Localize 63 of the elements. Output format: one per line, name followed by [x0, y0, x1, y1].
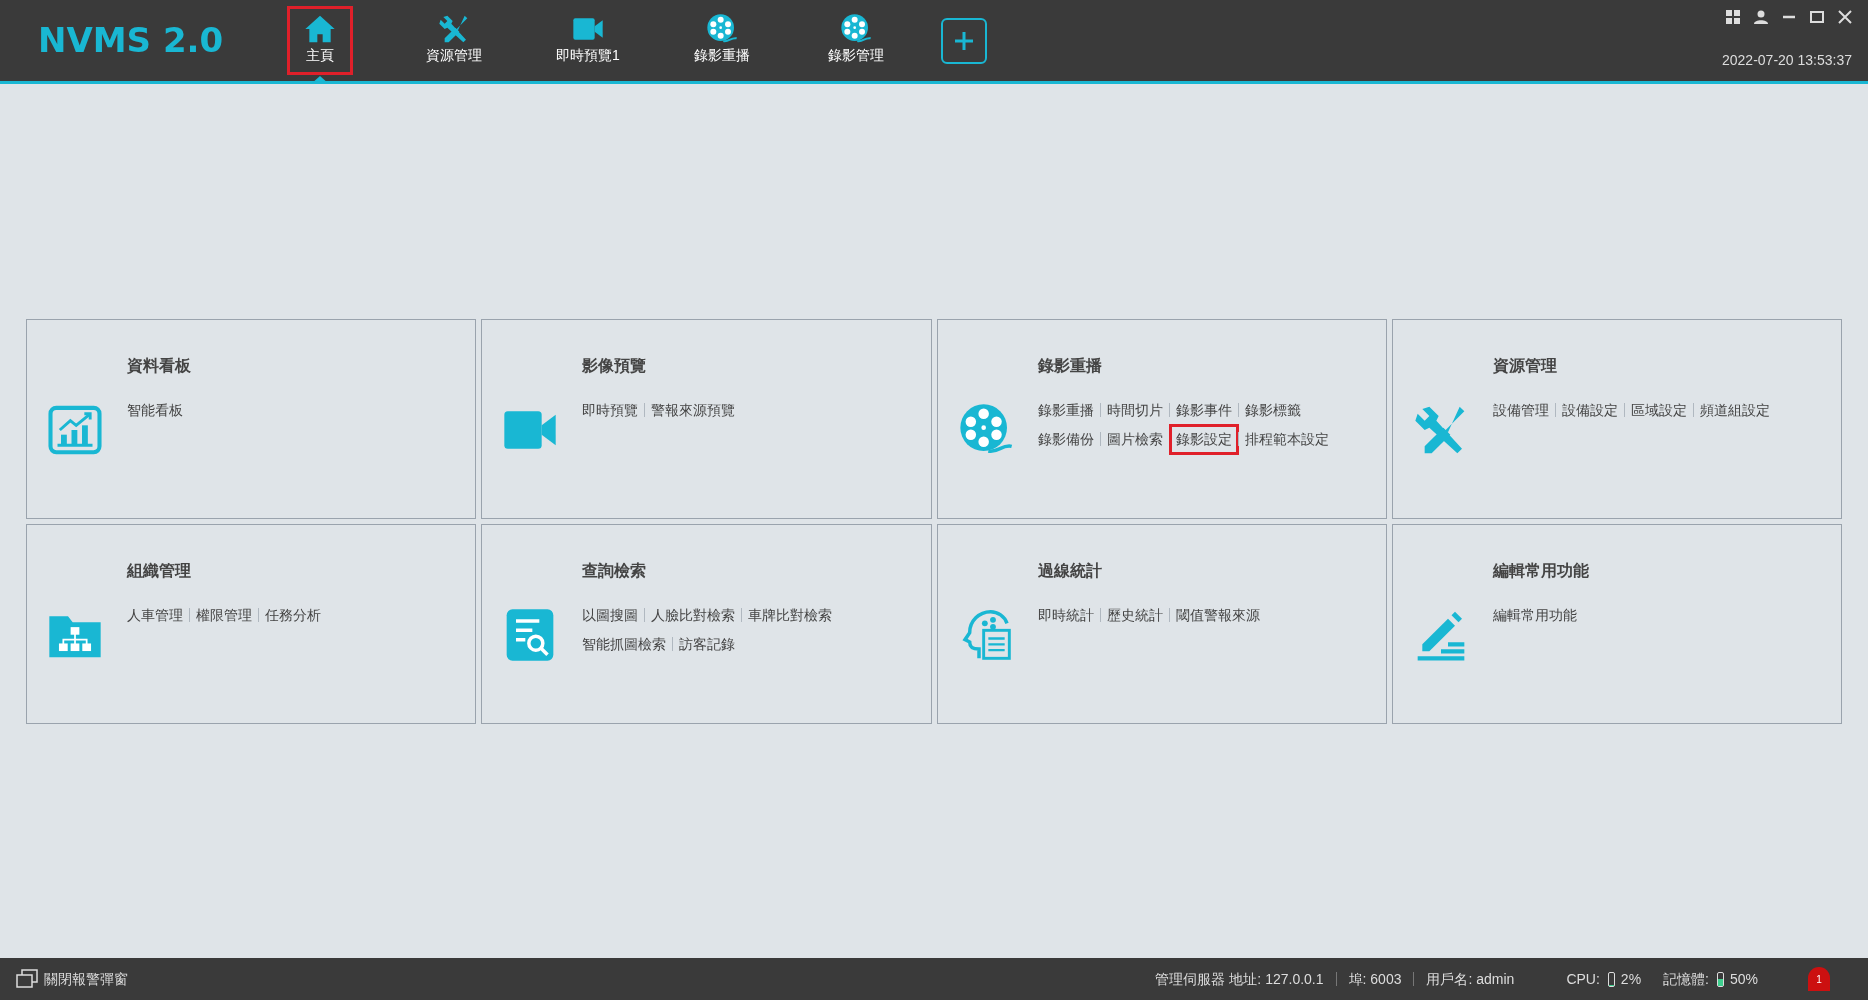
card-title: 資料看板: [127, 355, 191, 376]
close-icon[interactable]: [1838, 10, 1852, 24]
function-link[interactable]: 頻道組設定: [1699, 399, 1770, 421]
function-link[interactable]: 權限管理: [196, 604, 252, 626]
user-name: 用戶名: admin: [1426, 969, 1515, 989]
house-icon: [304, 13, 336, 45]
function-link[interactable]: 即時預覽: [582, 399, 639, 421]
function-link[interactable]: 警報來源預覽: [651, 399, 736, 421]
add-tab-button[interactable]: [941, 17, 987, 64]
port-text: 埠: 6003: [1348, 969, 1402, 989]
function-link[interactable]: 歷史統計: [1106, 604, 1163, 626]
card-title: 影像預覽: [582, 355, 648, 376]
function-link[interactable]: 錄影事件: [1175, 399, 1232, 421]
card-title: 組織管理: [127, 560, 192, 581]
alarm-count: 1: [1816, 972, 1822, 987]
nav-tab[interactable]: 資源管理: [387, 0, 521, 81]
nav-tab[interactable]: 錄影管理: [789, 0, 923, 81]
function-link[interactable]: 任務分析: [265, 604, 321, 626]
function-link[interactable]: 人臉比對檢索: [651, 604, 736, 626]
function-link[interactable]: 訪客記錄: [679, 633, 736, 655]
function-link[interactable]: 區域設定: [1630, 399, 1687, 421]
function-link[interactable]: 智能抓圖檢索: [582, 633, 667, 655]
grid-icon[interactable]: [1726, 10, 1740, 24]
maximize-icon[interactable]: [1810, 10, 1824, 24]
function-link[interactable]: 圖片檢索: [1106, 428, 1163, 450]
memory-reading: 50%: [1729, 969, 1758, 989]
function-link[interactable]: 人車管理: [127, 604, 183, 626]
card-title: 編輯常用功能: [1492, 560, 1589, 581]
app-logo: NVMS 2.0: [38, 19, 225, 62]
function-link[interactable]: 設備管理: [1492, 399, 1549, 421]
windows-icon: [16, 969, 38, 989]
cpu-label: CPU:: [1566, 969, 1600, 989]
nav-tab[interactable]: 主頁: [253, 0, 387, 81]
nav-tab[interactable]: 錄影重播: [655, 0, 789, 81]
function-link[interactable]: 閾值警報來源: [1175, 604, 1260, 626]
function-link[interactable]: 編輯常用功能: [1492, 604, 1577, 626]
close-alarm-popup-button[interactable]: 關閉報警彈窗: [16, 968, 128, 990]
card-title: 資源管理: [1492, 355, 1558, 376]
film-reel-icon: [706, 13, 738, 45]
date-time: 2022-07-20 13:53:37: [1722, 51, 1852, 70]
function-link[interactable]: 車牌比對檢索: [748, 604, 833, 626]
card-title: 錄影重播: [1037, 355, 1103, 376]
plus-icon: [953, 29, 975, 52]
function-link[interactable]: 設備設定: [1561, 399, 1618, 421]
function-link[interactable]: 錄影備份: [1037, 428, 1094, 450]
function-link[interactable]: 智能看板: [127, 399, 183, 421]
server-address: 管理伺服器 地址: 127.0.0.1: [1155, 969, 1324, 989]
function-link[interactable]: 錄影設定: [1168, 423, 1239, 455]
wrench-screwdriver-icon: [438, 13, 470, 45]
memory-label: 記憶體:: [1663, 969, 1709, 989]
function-link[interactable]: 即時統計: [1037, 604, 1094, 626]
function-link[interactable]: 排程範本設定: [1244, 428, 1329, 450]
function-link[interactable]: 錄影標籤: [1244, 399, 1301, 421]
user-icon[interactable]: [1754, 10, 1768, 24]
alarm-bell[interactable]: 1: [1808, 967, 1830, 991]
film-reel-icon: [840, 13, 872, 45]
cpu-reading: 2%: [1620, 969, 1642, 989]
nav-tab[interactable]: 即時預覽1: [521, 0, 655, 81]
function-link[interactable]: 以圖搜圖: [582, 604, 639, 626]
function-link[interactable]: 時間切片: [1106, 399, 1163, 421]
card-title: 過線統計: [1037, 560, 1103, 581]
card-title: 查詢檢索: [582, 560, 648, 581]
function-link[interactable]: 錄影重播: [1037, 399, 1094, 421]
